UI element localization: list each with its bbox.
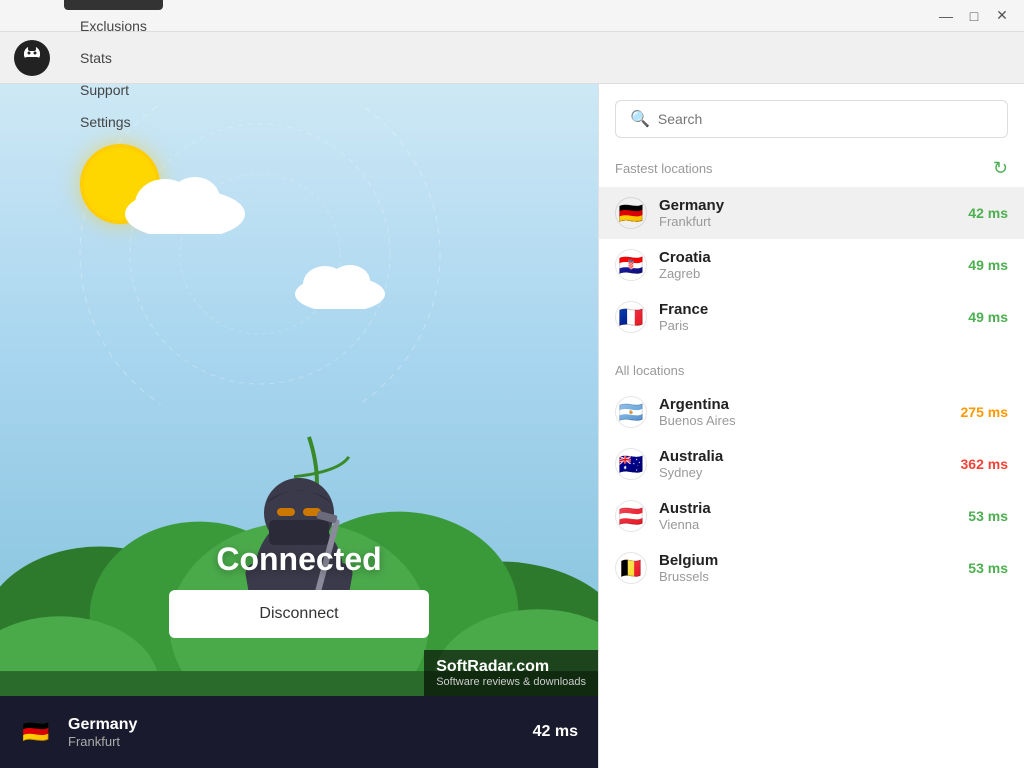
maximize-button[interactable]: □ [960, 2, 988, 30]
right-panel: 🔍 Fastest locations ↻ 🇩🇪 Germany Frankfu… [598, 84, 1024, 768]
location-item[interactable]: 🇭🇷 Croatia Zagreb 49 ms [599, 239, 1024, 291]
location-item[interactable]: 🇦🇺 Australia Sydney 362 ms [599, 438, 1024, 490]
flag-icon: 🇭🇷 [615, 249, 647, 281]
location-info: Germany Frankfurt [659, 197, 956, 229]
flag-icon: 🇧🇪 [615, 552, 647, 584]
location-ms: 275 ms [961, 404, 1008, 420]
location-ms: 53 ms [968, 560, 1008, 576]
nav-tab-stats[interactable]: Stats [64, 42, 163, 74]
location-ms: 49 ms [968, 309, 1008, 325]
location-city: Paris [659, 318, 956, 333]
flag-icon: 🇦🇹 [615, 500, 647, 532]
nav-tab-settings[interactable]: Settings [64, 106, 163, 138]
location-ms: 49 ms [968, 257, 1008, 273]
flag-icon: 🇦🇺 [615, 448, 647, 480]
status-info: Germany Frankfurt [68, 716, 517, 749]
search-input[interactable] [658, 111, 993, 127]
location-info: France Paris [659, 301, 956, 333]
location-info: Belgium Brussels [659, 552, 956, 584]
location-ms: 362 ms [961, 456, 1008, 472]
location-list[interactable]: Fastest locations ↻ 🇩🇪 Germany Frankfurt… [599, 146, 1024, 768]
status-city: Frankfurt [68, 734, 517, 749]
nav-tab-support[interactable]: Support [64, 74, 163, 106]
search-box[interactable]: 🔍 [615, 100, 1008, 138]
minimize-button[interactable]: — [932, 2, 960, 30]
flag-icon: 🇩🇪 [615, 197, 647, 229]
location-ms: 42 ms [968, 205, 1008, 221]
status-country: Germany [68, 716, 517, 734]
close-button[interactable]: ✕ [988, 2, 1016, 30]
fastest-locations-header: Fastest locations ↻ [599, 146, 1024, 187]
watermark: SoftRadar.com Software reviews & downloa… [424, 650, 598, 696]
location-city: Frankfurt [659, 214, 956, 229]
watermark-tagline: Software reviews & downloads [436, 676, 586, 688]
location-item[interactable]: 🇧🇪 Belgium Brussels 53 ms [599, 542, 1024, 594]
location-city: Zagreb [659, 266, 956, 281]
all-locations-label: All locations [615, 363, 684, 378]
connection-status: Connected [216, 541, 381, 578]
location-ms: 53 ms [968, 508, 1008, 524]
status-flag: 🇩🇪 [20, 716, 52, 748]
location-info: Argentina Buenos Aires [659, 396, 949, 428]
location-item[interactable]: 🇩🇪 Germany Frankfurt 42 ms [599, 187, 1024, 239]
watermark-site: SoftRadar.com [436, 658, 586, 676]
left-panel: Connected Disconnect 🇩🇪 Germany Frankfur… [0, 84, 598, 768]
location-item[interactable]: 🇫🇷 France Paris 49 ms [599, 291, 1024, 343]
status-ms: 42 ms [533, 723, 578, 741]
search-icon: 🔍 [630, 109, 650, 129]
nav-tab-exclusions[interactable]: Exclusions [64, 10, 163, 42]
cloud-decoration-1 [120, 164, 250, 239]
location-city: Vienna [659, 517, 956, 532]
location-country: Austria [659, 500, 956, 517]
refresh-icon[interactable]: ↻ [993, 158, 1008, 179]
location-country: Germany [659, 197, 956, 214]
fastest-items: 🇩🇪 Germany Frankfurt 42 ms 🇭🇷 Croatia Za… [599, 187, 1024, 343]
all-locations-header: All locations [599, 351, 1024, 386]
cloud-decoration-2 [290, 254, 390, 314]
location-city: Buenos Aires [659, 413, 949, 428]
search-container: 🔍 [599, 84, 1024, 146]
location-country: Croatia [659, 249, 956, 266]
nav-tab-home[interactable]: Home [64, 0, 163, 10]
location-city: Sydney [659, 465, 949, 480]
navbar: HomeExclusionsStatsSupportSettings [0, 32, 1024, 84]
flag-icon: 🇫🇷 [615, 301, 647, 333]
app-logo [12, 38, 52, 78]
status-bar: 🇩🇪 Germany Frankfurt 42 ms [0, 696, 598, 768]
location-country: France [659, 301, 956, 318]
location-country: Argentina [659, 396, 949, 413]
all-items: 🇦🇷 Argentina Buenos Aires 275 ms 🇦🇺 Aust… [599, 386, 1024, 594]
location-country: Belgium [659, 552, 956, 569]
location-info: Australia Sydney [659, 448, 949, 480]
location-info: Austria Vienna [659, 500, 956, 532]
location-country: Australia [659, 448, 949, 465]
fastest-locations-label: Fastest locations [615, 161, 713, 176]
location-item[interactable]: 🇦🇷 Argentina Buenos Aires 275 ms [599, 386, 1024, 438]
flag-icon: 🇦🇷 [615, 396, 647, 428]
location-city: Brussels [659, 569, 956, 584]
location-item[interactable]: 🇦🇹 Austria Vienna 53 ms [599, 490, 1024, 542]
nav-tabs: HomeExclusionsStatsSupportSettings [64, 0, 163, 138]
main-layout: Connected Disconnect 🇩🇪 Germany Frankfur… [0, 84, 1024, 768]
disconnect-button[interactable]: Disconnect [169, 590, 429, 638]
location-info: Croatia Zagreb [659, 249, 956, 281]
